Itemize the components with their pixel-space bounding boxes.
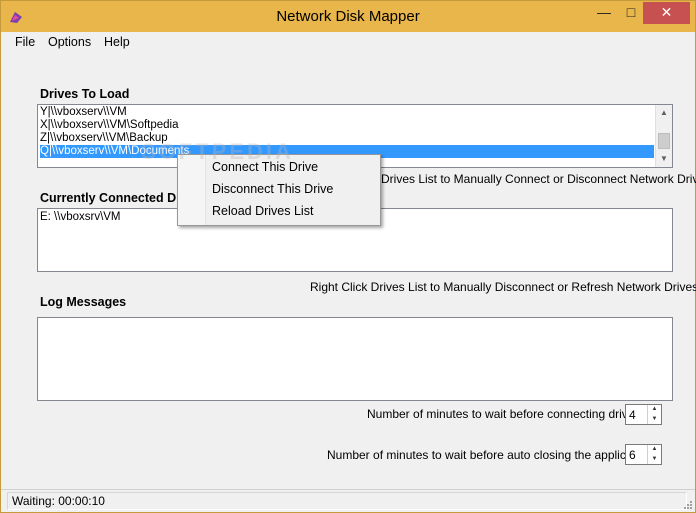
title-bar[interactable]: Network Disk Mapper — □ ✕ (1, 1, 695, 32)
drives-list-hint: Drives List to Manually Connect or Disco… (381, 172, 696, 186)
menu-item-reload-list[interactable]: Reload Drives List (212, 201, 313, 221)
list-item[interactable]: Y|\\vboxserv\\VM (40, 106, 127, 119)
menu-options[interactable]: Options (48, 35, 91, 49)
spin-down-icon[interactable]: ▼ (648, 455, 661, 464)
menu-file[interactable]: File (15, 35, 35, 49)
scroll-up-icon[interactable]: ▲ (656, 105, 672, 121)
log-messages-box[interactable] (37, 317, 673, 401)
list-item[interactable]: E: \\vboxsrv\VM (40, 211, 121, 224)
watermark: SOFTPEDIA (141, 139, 294, 164)
log-messages-heading: Log Messages (40, 295, 127, 309)
autoclose-wait-value[interactable]: 6 (629, 448, 636, 462)
vertical-scrollbar[interactable]: ▲ ▼ (655, 105, 672, 167)
menu-item-disconnect-drive[interactable]: Disconnect This Drive (212, 179, 333, 199)
app-window: Network Disk Mapper — □ ✕ File Options H… (0, 0, 696, 513)
menu-bar: File Options Help (1, 32, 695, 52)
menu-help[interactable]: Help (104, 35, 130, 49)
status-text: Waiting: 00:00:10 (12, 494, 105, 508)
maximize-button[interactable]: □ (618, 2, 644, 24)
status-bar: Waiting: 00:00:10 (1, 489, 695, 512)
connect-wait-spinner[interactable]: 4 ▲ ▼ (625, 404, 662, 425)
autoclose-wait-spinner[interactable]: 6 ▲ ▼ (625, 444, 662, 465)
autoclose-wait-label: Number of minutes to wait before auto cl… (327, 448, 656, 462)
scroll-thumb[interactable] (658, 133, 670, 149)
spin-up-icon[interactable]: ▲ (648, 405, 661, 414)
close-button[interactable]: ✕ (643, 2, 690, 24)
spin-up-icon[interactable]: ▲ (648, 445, 661, 454)
resize-grip-icon[interactable] (682, 499, 692, 509)
connected-drives-heading: Currently Connected Dri (40, 191, 185, 205)
minimize-button[interactable]: — (591, 2, 617, 24)
connected-list-hint: Right Click Drives List to Manually Disc… (310, 280, 696, 294)
status-panel: Waiting: 00:00:10 (7, 492, 687, 510)
scroll-down-icon[interactable]: ▼ (656, 151, 672, 167)
connect-wait-label: Number of minutes to wait before connect… (367, 407, 644, 421)
list-item[interactable]: X|\\vboxserv\\VM\Softpedia (40, 119, 179, 132)
drives-to-load-heading: Drives To Load (40, 87, 130, 101)
connect-wait-value[interactable]: 4 (629, 408, 636, 422)
context-menu-gutter (178, 155, 206, 225)
spin-down-icon[interactable]: ▼ (648, 415, 661, 424)
